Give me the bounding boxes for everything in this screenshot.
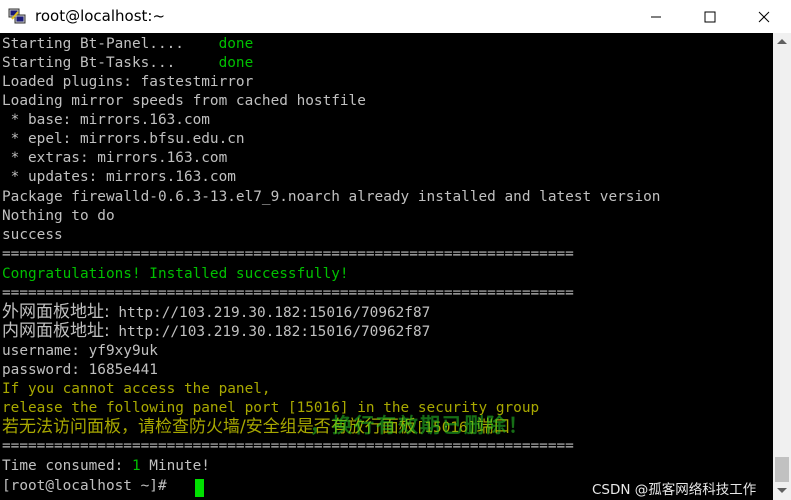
terminal-line: Starting Bt-Panel.... done (2, 36, 254, 52)
close-icon (758, 11, 770, 22)
scroll-up-arrow-icon[interactable] (777, 39, 787, 44)
vertical-scrollbar[interactable] (773, 33, 791, 500)
scroll-thumb[interactable] (775, 457, 789, 482)
terminal-line: Starting Bt-Tasks... done (2, 55, 254, 71)
minimize-icon (651, 16, 661, 17)
terminal-line: * updates: mirrors.163.com (2, 169, 236, 185)
terminal-line: Package firewalld-0.6.3-13.el7_9.noarch … (2, 189, 661, 205)
terminal-line: Nothing to do (2, 208, 115, 224)
csdn-watermark: CSDN @孤客网络科技工作 (592, 482, 757, 498)
time-consumed-line: Time consumed: 1 Minute! (2, 458, 210, 474)
terminal-line: * epel: mirrors.bfsu.edu.cn (2, 131, 245, 147)
minimize-button[interactable] (629, 0, 683, 33)
internal-panel-address: 内网面板地址: http://103.219.30.182:15016/7096… (2, 321, 431, 341)
success-message: Congratulations! Installed successfully! (2, 266, 349, 282)
maximize-button[interactable] (683, 0, 737, 33)
overlay-watermark-text: ，换行有效期已删除！ (310, 413, 530, 437)
terminal-line: Loading mirror speeds from cached hostfi… (2, 93, 366, 109)
terminal-line: success (2, 227, 63, 243)
scroll-down-arrow-icon[interactable] (777, 488, 787, 493)
text-cursor (195, 479, 204, 497)
title-bar: root@localhost:~ (0, 0, 791, 33)
separator-line: ========================================… (2, 285, 574, 301)
terminal-line: Loaded plugins: fastestmirror (2, 74, 254, 90)
terminal-line: * extras: mirrors.163.com (2, 150, 228, 166)
warning-line: If you cannot access the panel, (2, 381, 271, 397)
close-button[interactable] (737, 0, 791, 33)
maximize-icon (704, 11, 716, 22)
separator-line: ========================================… (2, 438, 574, 454)
shell-prompt[interactable]: [root@localhost ~]# (2, 477, 175, 496)
putty-terminal-icon (8, 8, 26, 24)
terminal-output[interactable]: Starting Bt-Panel.... done Starting Bt-T… (0, 33, 773, 500)
terminal-line: * base: mirrors.163.com (2, 112, 210, 128)
username-line: username: yf9xy9uk (2, 343, 158, 359)
password-line: password: 1685e441 (2, 362, 158, 378)
window-title: root@localhost:~ (35, 7, 166, 25)
external-panel-address: 外网面板地址: http://103.219.30.182:15016/7096… (2, 302, 431, 322)
separator-line: ========================================… (2, 246, 574, 262)
